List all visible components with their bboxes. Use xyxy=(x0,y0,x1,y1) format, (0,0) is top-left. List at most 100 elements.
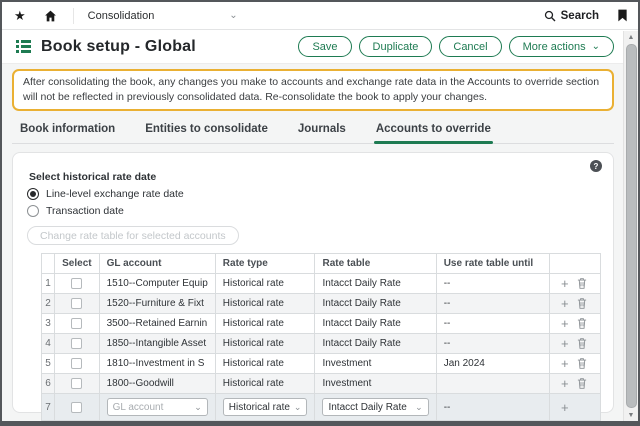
table-row: 5 1810--Investment in S Historical rate … xyxy=(40,353,602,375)
row-select-checkbox[interactable] xyxy=(71,298,83,310)
radio-line-level-exchange-rate-date[interactable]: Line-level exchange rate date xyxy=(27,188,601,201)
rate-type-cell: Historical rate xyxy=(214,313,316,335)
row-number: 6 xyxy=(40,373,56,395)
vertical-scrollbar[interactable]: ▲ ▼ xyxy=(623,31,638,421)
use-until-cell: -- xyxy=(435,273,550,295)
table-row: 1 1510--Computer Equip Historical rate I… xyxy=(40,273,602,295)
table-row: 2 1520--Furniture & Fixt Historical rate… xyxy=(40,293,602,315)
add-row-icon[interactable]: + xyxy=(561,401,569,414)
col-use-rate-table-until: Use rate table until xyxy=(435,253,550,275)
tab-book-information[interactable]: Book information xyxy=(18,123,117,143)
app-window: ★ Consolidation ⌄ Search Book setup - Gl… xyxy=(0,0,640,426)
duplicate-button[interactable]: Duplicate xyxy=(358,36,433,57)
add-row-icon[interactable]: + xyxy=(561,357,569,370)
col-rate-table: Rate table xyxy=(314,253,437,275)
gl-account-select[interactable]: GL account ⌄ xyxy=(106,398,208,417)
gl-account-cell: 1520--Furniture & Fixt xyxy=(98,293,216,315)
row-number: 5 xyxy=(40,353,56,375)
delete-row-icon[interactable] xyxy=(577,318,587,330)
gl-account-cell: 1510--Computer Equip xyxy=(98,273,216,295)
row-number: 7 xyxy=(40,393,56,421)
favorites-star-icon[interactable]: ★ xyxy=(14,9,26,22)
add-row-icon[interactable]: + xyxy=(561,277,569,290)
row-select-checkbox[interactable] xyxy=(71,338,83,350)
bookmark-icon[interactable] xyxy=(617,9,628,22)
scroll-up-icon[interactable]: ▲ xyxy=(628,31,635,43)
page-content: After consolidating the book, any change… xyxy=(2,64,638,421)
radio-transaction-date[interactable]: Transaction date xyxy=(27,205,601,218)
table-row: 6 1800--Goodwill Historical rate Investm… xyxy=(40,373,602,395)
use-until-cell: -- xyxy=(435,333,550,355)
delete-row-icon[interactable] xyxy=(577,338,587,350)
row-number: 1 xyxy=(40,273,56,295)
change-rate-table-button[interactable]: Change rate table for selected accounts xyxy=(27,226,239,246)
col-rate-type: Rate type xyxy=(214,253,316,275)
rate-type-select[interactable]: Historical rate ⌄ xyxy=(222,398,308,417)
delete-row-icon[interactable] xyxy=(577,358,587,370)
cancel-button[interactable]: Cancel xyxy=(439,36,502,57)
search-icon xyxy=(544,10,556,21)
rate-type-cell: Historical rate xyxy=(214,293,316,315)
add-row-icon[interactable]: + xyxy=(561,297,569,310)
radio-button-icon xyxy=(27,205,39,218)
table-new-row: 7 GL account ⌄ Historical rate ⌄ Intacct… xyxy=(40,393,602,421)
save-button[interactable]: Save xyxy=(298,36,352,57)
topbar-divider xyxy=(72,7,74,24)
col-select: Select xyxy=(54,253,100,275)
row-number: 2 xyxy=(40,293,56,315)
home-icon[interactable] xyxy=(44,10,57,22)
application-name: Consolidation xyxy=(87,9,155,22)
table-row: 4 1850--Intangible Asset Historical rate… xyxy=(40,333,602,355)
search-label: Search xyxy=(560,9,599,22)
use-until-cell: Jan 2024 xyxy=(435,353,550,375)
radio-button-icon xyxy=(27,188,39,201)
row-number: 4 xyxy=(40,333,56,355)
tab-journals[interactable]: Journals xyxy=(296,123,348,143)
row-select-checkbox[interactable] xyxy=(71,401,83,413)
chevron-down-icon: ⌄ xyxy=(293,401,302,412)
add-row-icon[interactable]: + xyxy=(561,337,569,350)
top-bar: ★ Consolidation ⌄ Search xyxy=(2,2,638,30)
record-list-icon[interactable] xyxy=(16,40,31,53)
page-header: Book setup - Global Save Duplicate Cance… xyxy=(2,30,638,64)
accounts-override-table: Select GL account Rate type Rate table U… xyxy=(40,253,602,421)
add-row-icon[interactable]: + xyxy=(561,377,569,390)
rate-type-cell: Historical rate xyxy=(214,373,316,395)
delete-row-icon[interactable] xyxy=(577,378,587,390)
chevron-down-icon: ⌄ xyxy=(591,40,600,52)
tab-accounts-to-override[interactable]: Accounts to override xyxy=(373,123,493,145)
row-select-checkbox[interactable] xyxy=(71,378,83,390)
chevron-down-icon: ⌄ xyxy=(229,9,238,21)
accounts-to-override-panel: ? Select historical rate date Line-level… xyxy=(12,152,614,421)
rate-table-cell: Intacct Daily Rate xyxy=(314,313,437,335)
delete-row-icon[interactable] xyxy=(577,278,587,290)
col-gl-account: GL account xyxy=(98,253,216,275)
row-select-checkbox[interactable] xyxy=(71,358,83,370)
use-until-cell xyxy=(435,373,550,395)
gl-account-cell: 3500--Retained Earnin xyxy=(98,313,216,335)
global-search[interactable]: Search xyxy=(544,10,599,22)
gl-account-cell: 1850--Intangible Asset xyxy=(98,333,216,355)
row-select-checkbox[interactable] xyxy=(71,318,83,330)
application-menu[interactable]: Consolidation ⌄ xyxy=(88,10,238,22)
rate-type-cell: Historical rate xyxy=(214,273,316,295)
scroll-down-icon[interactable]: ▼ xyxy=(628,409,635,421)
tab-entities-to-consolidate[interactable]: Entities to consolidate xyxy=(143,123,270,143)
scrollbar-thumb[interactable] xyxy=(625,44,637,408)
table-header-row: Select GL account Rate type Rate table U… xyxy=(40,253,602,275)
rate-table-select[interactable]: Intacct Daily Rate ⌄ xyxy=(322,398,429,417)
rate-table-cell: Intacct Daily Rate xyxy=(314,333,437,355)
rate-table-cell: Intacct Daily Rate xyxy=(314,293,437,315)
delete-row-icon[interactable] xyxy=(577,298,587,310)
chevron-down-icon: ⌄ xyxy=(415,401,423,412)
use-until-cell: -- xyxy=(435,393,550,421)
row-number: 3 xyxy=(40,313,56,335)
warning-banner: After consolidating the book, any change… xyxy=(12,69,614,112)
row-select-checkbox[interactable] xyxy=(71,278,83,290)
chevron-down-icon: ⌄ xyxy=(194,401,202,412)
tab-bar: Book information Entities to consolidate… xyxy=(12,117,614,145)
add-row-icon[interactable]: + xyxy=(561,317,569,330)
more-actions-button[interactable]: More actions ⌄ xyxy=(508,36,614,57)
rate-type-cell: Historical rate xyxy=(214,353,316,375)
rate-table-cell: Investment xyxy=(314,353,437,375)
